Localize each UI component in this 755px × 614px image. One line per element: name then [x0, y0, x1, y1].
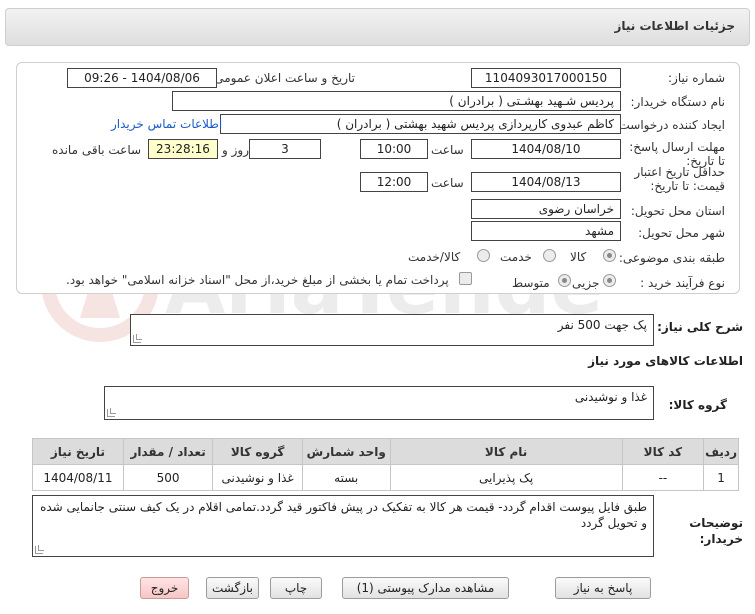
validity-time-field: 12:00 [360, 172, 428, 192]
col-row: ردیف [703, 438, 739, 465]
goods-table: ردیف کد کالا نام کالا واحد شمارش گروه کا… [32, 438, 739, 491]
buyer-org-label: نام دستگاه خریدار: [630, 95, 726, 109]
cell-code: -- [621, 464, 705, 491]
category-radio-both[interactable] [477, 249, 490, 262]
table-header-row: ردیف کد کالا نام کالا واحد شمارش گروه کا… [32, 438, 739, 465]
print-button[interactable]: چاپ [270, 577, 322, 599]
buyer-notes-label: توضیحات خریدار: [689, 516, 743, 546]
treasury-payment-checkbox[interactable] [459, 272, 472, 285]
back-button[interactable]: بازگشت [206, 577, 259, 599]
table-row[interactable]: 1 -- پک پذیرایی بسته غذا و نوشیدنی 500 1… [32, 464, 739, 491]
remaining-label: ساعت باقی مانده [52, 143, 142, 157]
buyer-notes-textarea[interactable]: طبق فایل پیوست اقدام گردد- قیمت هر کالا … [32, 495, 654, 557]
goods-group-label: گروه کالا: [668, 398, 727, 412]
description-textarea[interactable]: پک جهت 500 نفر [130, 314, 654, 346]
exit-button[interactable]: خروج [140, 577, 189, 599]
remaining-time-field: 23:28:16 [148, 139, 218, 159]
cell-date: 1404/08/11 [32, 464, 124, 491]
reply-deadline-label: مهلت ارسال پاسخ: تا تاریخ: [625, 140, 725, 168]
cell-qty: 500 [122, 464, 214, 491]
days-field: 3 [249, 139, 321, 159]
reply-time-label: ساعت [431, 143, 464, 157]
goods-section-title: اطلاعات کالاهای مورد نیاز [588, 354, 743, 368]
process-radio-minor[interactable] [603, 274, 616, 287]
announce-label: تاریخ و ساعت اعلان عمومی: [210, 71, 355, 85]
cell-group: غذا و نوشیدنی [212, 464, 303, 491]
reply-date-field: 1404/08/10 [471, 139, 621, 159]
reply-button[interactable]: پاسخ به نیاز [555, 577, 651, 599]
creator-label: ایجاد کننده درخواست: [614, 118, 725, 132]
buyer-org-field: پردیس شـهید بهشـتی ( برادران ) [172, 91, 621, 111]
buyer-notes-text: طبق فایل پیوست اقدام گردد- قیمت هر کالا … [40, 500, 647, 530]
process-option-medium: متوسط [512, 276, 550, 290]
goods-group-text: غذا و نوشیدنی [574, 390, 647, 404]
province-field: خراسان رضوی [471, 199, 621, 219]
page-title: جزئیات اطلاعات نیاز [614, 19, 735, 33]
buyer-contact-link[interactable]: اطلاعات تماس خریدار [111, 117, 222, 131]
col-code: کد کالا [621, 438, 705, 465]
days-label: روز و [222, 143, 249, 157]
col-name: نام کالا [389, 438, 623, 465]
province-label: استان محل تحویل: [630, 204, 725, 218]
creator-field: کاظم عبدوی کارپردازی پردیس شهید بهشتی ( … [220, 114, 621, 134]
page-header: جزئیات اطلاعات نیاز [5, 8, 750, 46]
process-label: نوع فرآیند خرید : [640, 276, 725, 290]
resize-handle-icon[interactable] [35, 545, 44, 554]
description-label: شرح کلی نیاز: [657, 320, 743, 334]
category-option-both: کالا/خدمت [408, 250, 461, 264]
col-date: تاریخ نیاز [32, 438, 124, 465]
col-group: گروه کالا [212, 438, 303, 465]
treasury-payment-note: پرداخت تمام یا بخشی از مبلغ خرید،از محل … [66, 273, 449, 287]
need-number-label: شماره نیاز: [668, 71, 725, 85]
goods-group-field[interactable]: غذا و نوشیدنی [104, 386, 654, 420]
process-option-minor: جزیی [572, 276, 600, 290]
reply-deadline-label-text: مهلت ارسال پاسخ: تا تاریخ: [629, 140, 725, 168]
city-field: مشهد [471, 221, 621, 241]
city-label: شهر محل تحویل: [638, 226, 725, 240]
category-label: طبقه بندی موضوعی: [618, 251, 725, 265]
resize-handle-icon[interactable] [133, 334, 142, 343]
reply-time-field: 10:00 [360, 139, 428, 159]
validity-label-text: حداقل تاریخ اعتبار قیمت: تا تاریخ: [634, 165, 725, 193]
resize-handle-icon[interactable] [107, 408, 116, 417]
cell-name: پک پذیرایی [389, 464, 623, 491]
col-unit: واحد شمارش [301, 438, 391, 465]
validity-date-field: 1404/08/13 [471, 172, 621, 192]
cell-unit: بسته [301, 464, 391, 491]
need-number-field: 1104093017000150 [471, 68, 621, 88]
validity-label: حداقل تاریخ اعتبار قیمت: تا تاریخ: [625, 165, 725, 193]
attachments-button[interactable]: مشاهده مدارک پیوستی (1) [342, 577, 509, 599]
validity-time-label: ساعت [431, 176, 464, 190]
category-option-service: خدمت [500, 250, 532, 264]
category-option-goods: کالا [570, 250, 587, 264]
announce-field: 1404/08/06 - 09:26 [67, 68, 217, 88]
cell-row: 1 [703, 464, 739, 491]
process-radio-medium[interactable] [558, 274, 571, 287]
category-radio-service[interactable] [543, 249, 556, 262]
col-qty: تعداد / مقدار [122, 438, 214, 465]
category-radio-goods[interactable] [603, 249, 616, 262]
description-text: پک جهت 500 نفر [557, 318, 647, 332]
